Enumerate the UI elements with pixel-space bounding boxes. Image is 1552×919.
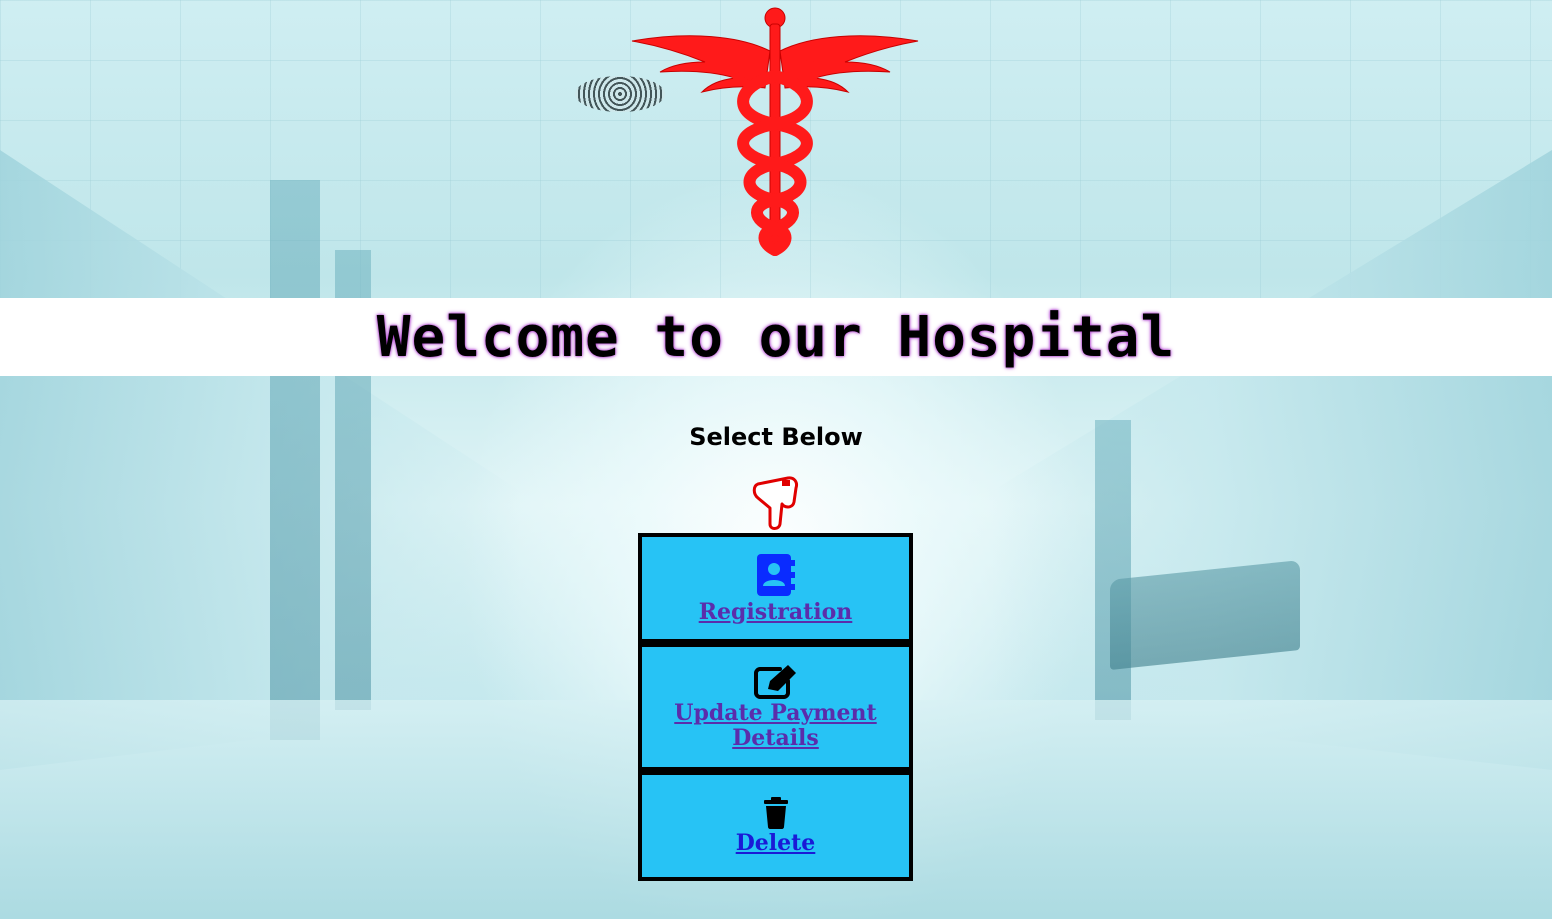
- registration-button[interactable]: Registration: [638, 533, 913, 643]
- edit-icon: [753, 665, 796, 699]
- select-prompt: Select Below: [689, 423, 863, 451]
- door: [1095, 420, 1131, 720]
- update-payment-link[interactable]: Update Payment Details: [671, 701, 881, 751]
- contact-book-icon: [756, 553, 795, 596]
- delete-button[interactable]: Delete: [638, 771, 913, 881]
- delete-link[interactable]: Delete: [736, 830, 816, 856]
- update-payment-button[interactable]: Update Payment Details: [638, 643, 913, 771]
- caduceus-logo: [631, 7, 919, 256]
- door: [270, 180, 320, 740]
- page-title: Welcome to our Hospital: [376, 304, 1176, 370]
- pointing-hand-icon: [752, 476, 798, 530]
- trash-icon: [763, 796, 788, 829]
- title-banner: Welcome to our Hospital: [0, 298, 1552, 376]
- main-menu: Registration Update Payment Details Dele…: [638, 533, 913, 881]
- registration-link[interactable]: Registration: [699, 599, 853, 625]
